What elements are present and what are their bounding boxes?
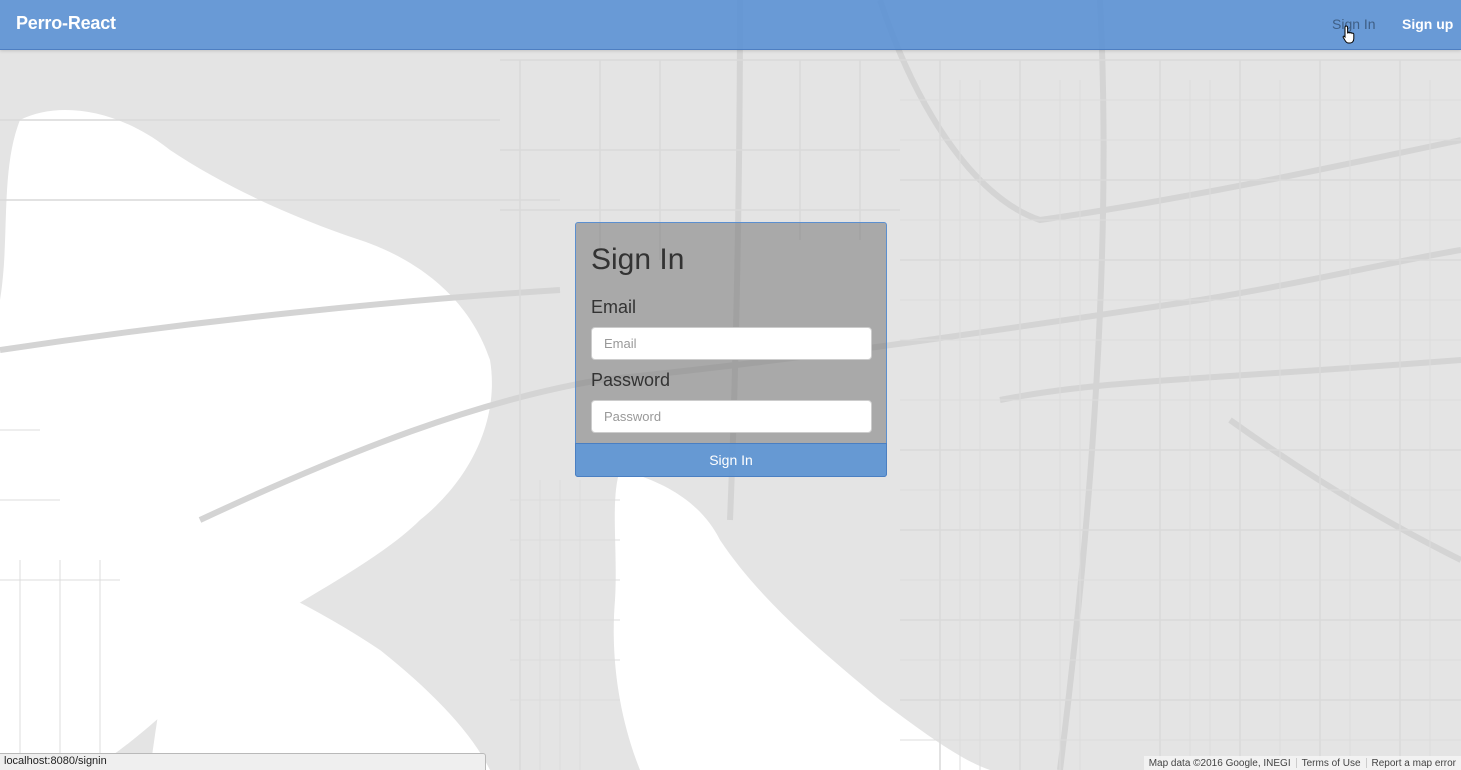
signin-submit-button[interactable]: Sign In [575, 443, 887, 477]
report-map-error-link[interactable]: Report a map error [1367, 758, 1461, 769]
brand-link[interactable]: Perro-React [16, 13, 116, 34]
email-field[interactable] [591, 327, 872, 360]
top-navbar: Perro-React Sign In Sign up [0, 0, 1461, 50]
terms-of-use-link[interactable]: Terms of Use [1297, 758, 1366, 769]
password-field[interactable] [591, 400, 872, 433]
browser-status-url: localhost:8080/signin [0, 753, 486, 770]
nav-signup-link[interactable]: Sign up [1402, 16, 1453, 32]
password-label: Password [591, 370, 671, 390]
signin-title: Sign In [591, 243, 685, 276]
signin-panel: Sign In Email Password Sign In [575, 222, 887, 477]
map-attribution-bar: Map data ©2016 Google, INEGI Terms of Us… [1143, 756, 1461, 770]
email-label: Email [591, 297, 637, 317]
hand-pointer-icon [1342, 25, 1355, 44]
map-attribution-text: Map data ©2016 Google, INEGI [1148, 757, 1291, 769]
